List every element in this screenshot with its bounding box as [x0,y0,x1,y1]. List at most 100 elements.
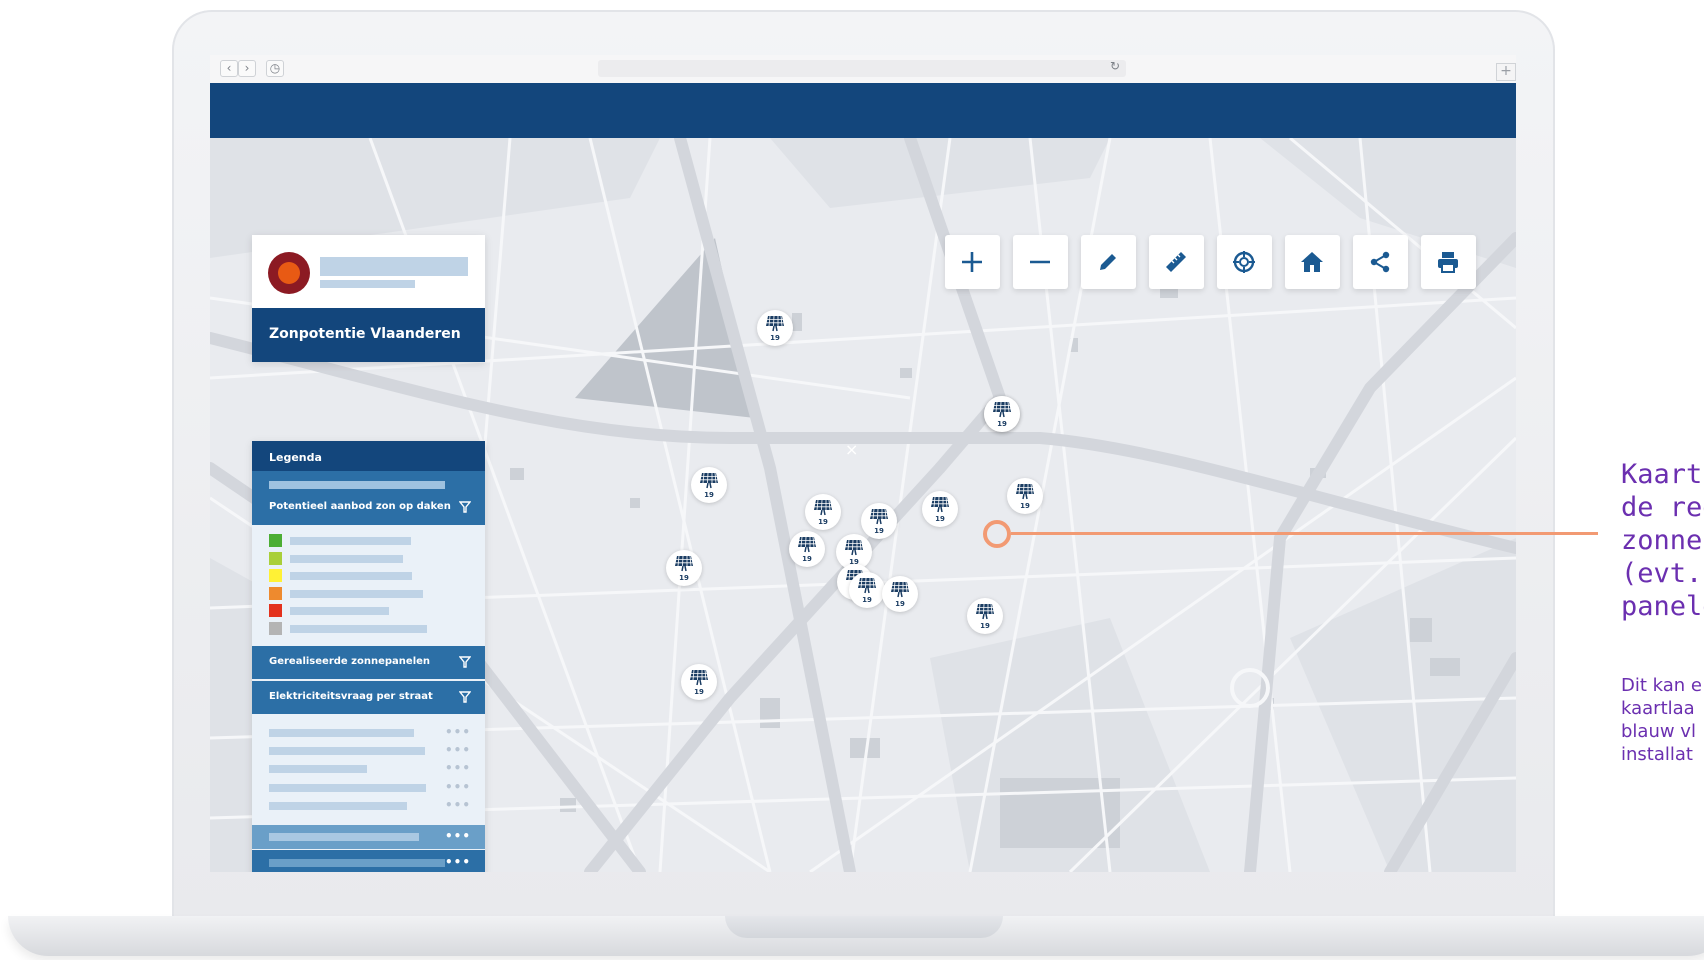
solar-panel-marker[interactable]: 19 [757,310,793,346]
callout-marker [983,520,1011,548]
filter-icon[interactable] [459,501,471,513]
history-button[interactable]: ◷ [266,60,284,77]
solar-panel-icon [976,603,994,620]
marker-count-label: 19 [818,518,828,526]
legend-row-placeholder [269,765,367,774]
legend-section-label: Elektriciteitsvraag per straat [269,691,433,702]
more-options-icon[interactable]: ••• [445,743,471,757]
reload-icon[interactable]: ↻ [1110,59,1120,73]
solar-panel-marker[interactable]: 19 [666,550,702,586]
ruler-icon [1166,252,1186,272]
app-logo [268,252,310,294]
zoom-out-button[interactable] [1013,235,1068,289]
solar-panel-marker[interactable]: 19 [882,576,918,612]
legend-swatch-label-placeholder [290,554,403,563]
plus-icon [962,252,982,272]
solar-panel-marker[interactable]: 19 [861,503,897,539]
app-header [210,83,1516,138]
more-options-icon[interactable]: ••• [445,780,471,794]
solar-panel-marker[interactable]: 19 [805,494,841,530]
solar-panel-icon [891,581,909,598]
legend-row-placeholder [269,833,419,841]
home-icon [1301,252,1323,272]
marker-count-label: 19 [895,600,905,608]
solar-panel-marker[interactable]: 19 [681,664,717,700]
marker-count-label: 19 [935,515,945,523]
legend-swatch [269,534,282,547]
callout-line [1011,532,1598,535]
marker-count-label: 19 [874,527,884,535]
legend-swatch-label-placeholder [290,572,412,581]
solar-panel-icon [870,508,888,525]
legend-footer-row[interactable]: ••• [252,850,485,872]
solar-panel-marker[interactable]: 19 [691,467,727,503]
legend-section-electricity-demand[interactable]: Elektriciteitsvraag per straat [252,681,485,714]
legend-section-solar-potential[interactable]: Potentieel aanbod zon op daken [252,471,485,525]
filter-icon[interactable] [459,691,471,703]
presentation-stage: ‹ › ◷ ↻ + × 19 19 19 19 19 19 19 19 19 1… [0,0,1704,960]
locate-button[interactable] [1217,235,1272,289]
url-bar[interactable] [598,60,1126,77]
solar-panel-marker[interactable]: 19 [789,531,825,567]
legend-swatch-label-placeholder [290,625,427,633]
solar-panel-icon [845,539,863,556]
chevron-right-icon: › [244,61,250,75]
crosshair-icon [1233,251,1255,273]
logo-subtext-placeholder [320,280,415,288]
solar-panel-marker[interactable]: 19 [967,598,1003,634]
marker-count-label: 19 [997,420,1007,428]
marker-count-label: 19 [770,334,780,342]
solar-panel-marker[interactable]: 19 [984,396,1020,432]
map-cross-mark: × [845,440,858,459]
solar-panel-icon [766,315,784,332]
solar-panel-icon [993,401,1011,418]
legend-row-placeholder [269,801,407,810]
legend-swatch [269,569,282,583]
solar-panel-icon [814,499,832,516]
new-tab-button[interactable]: + [1496,63,1516,81]
legend-swatch-label-placeholder [290,537,411,545]
legend-section-realized-panels[interactable]: Gerealiseerde zonnepanelen [252,646,485,679]
filter-icon[interactable] [459,656,471,668]
annotation-body: Dit kan e kaartlaa blauw vl installat [1621,675,1702,765]
share-icon [1370,251,1390,273]
more-options-icon[interactable]: ••• [445,725,471,739]
pencil-icon [1100,254,1116,270]
forward-button[interactable]: › [238,60,256,77]
back-button[interactable]: ‹ [220,60,238,77]
marker-count-label: 19 [862,596,872,604]
plus-icon: + [1500,63,1512,79]
legend-section-label: Potentieel aanbod zon op daken [269,501,451,512]
print-icon [1438,252,1458,273]
marker-count-label: 19 [679,574,689,582]
solar-panel-icon [931,496,949,513]
marker-count-label: 19 [1020,502,1030,510]
home-button[interactable] [1285,235,1340,289]
more-options-icon[interactable]: ••• [445,829,471,843]
share-button[interactable] [1353,235,1408,289]
legend-panel: Legenda Potentieel aanbod zon op daken G… [252,441,485,872]
solar-panel-icon [690,669,708,686]
more-options-icon[interactable]: ••• [445,855,471,869]
draw-button[interactable] [1081,235,1136,289]
print-button[interactable] [1421,235,1476,289]
solar-panel-marker[interactable]: 19 [849,572,885,608]
map-canvas[interactable]: × 19191919191919191919191919191919 Zonpo… [210,138,1516,872]
app-logo-center [278,262,300,284]
legend-swatch [269,586,282,600]
solar-panel-marker[interactable]: 19 [922,491,958,527]
legend-swatch-label-placeholder [290,589,423,598]
laptop-screen: ‹ › ◷ ↻ + × 19 19 19 19 19 19 19 19 19 1… [210,55,1516,872]
measure-button[interactable] [1149,235,1204,289]
legend-row-placeholder [269,747,425,756]
solar-panel-marker[interactable]: 19 [1007,478,1043,514]
marker-count-label: 19 [980,622,990,630]
marker-count-label: 19 [704,491,714,499]
legend-extra-row[interactable]: ••• [252,825,485,849]
legend-row-placeholder [269,859,445,867]
zoom-in-button[interactable] [945,235,1000,289]
solar-panel-icon [1016,483,1034,500]
more-options-icon[interactable]: ••• [445,761,471,775]
legend-swatch [269,622,282,635]
more-options-icon[interactable]: ••• [445,798,471,812]
